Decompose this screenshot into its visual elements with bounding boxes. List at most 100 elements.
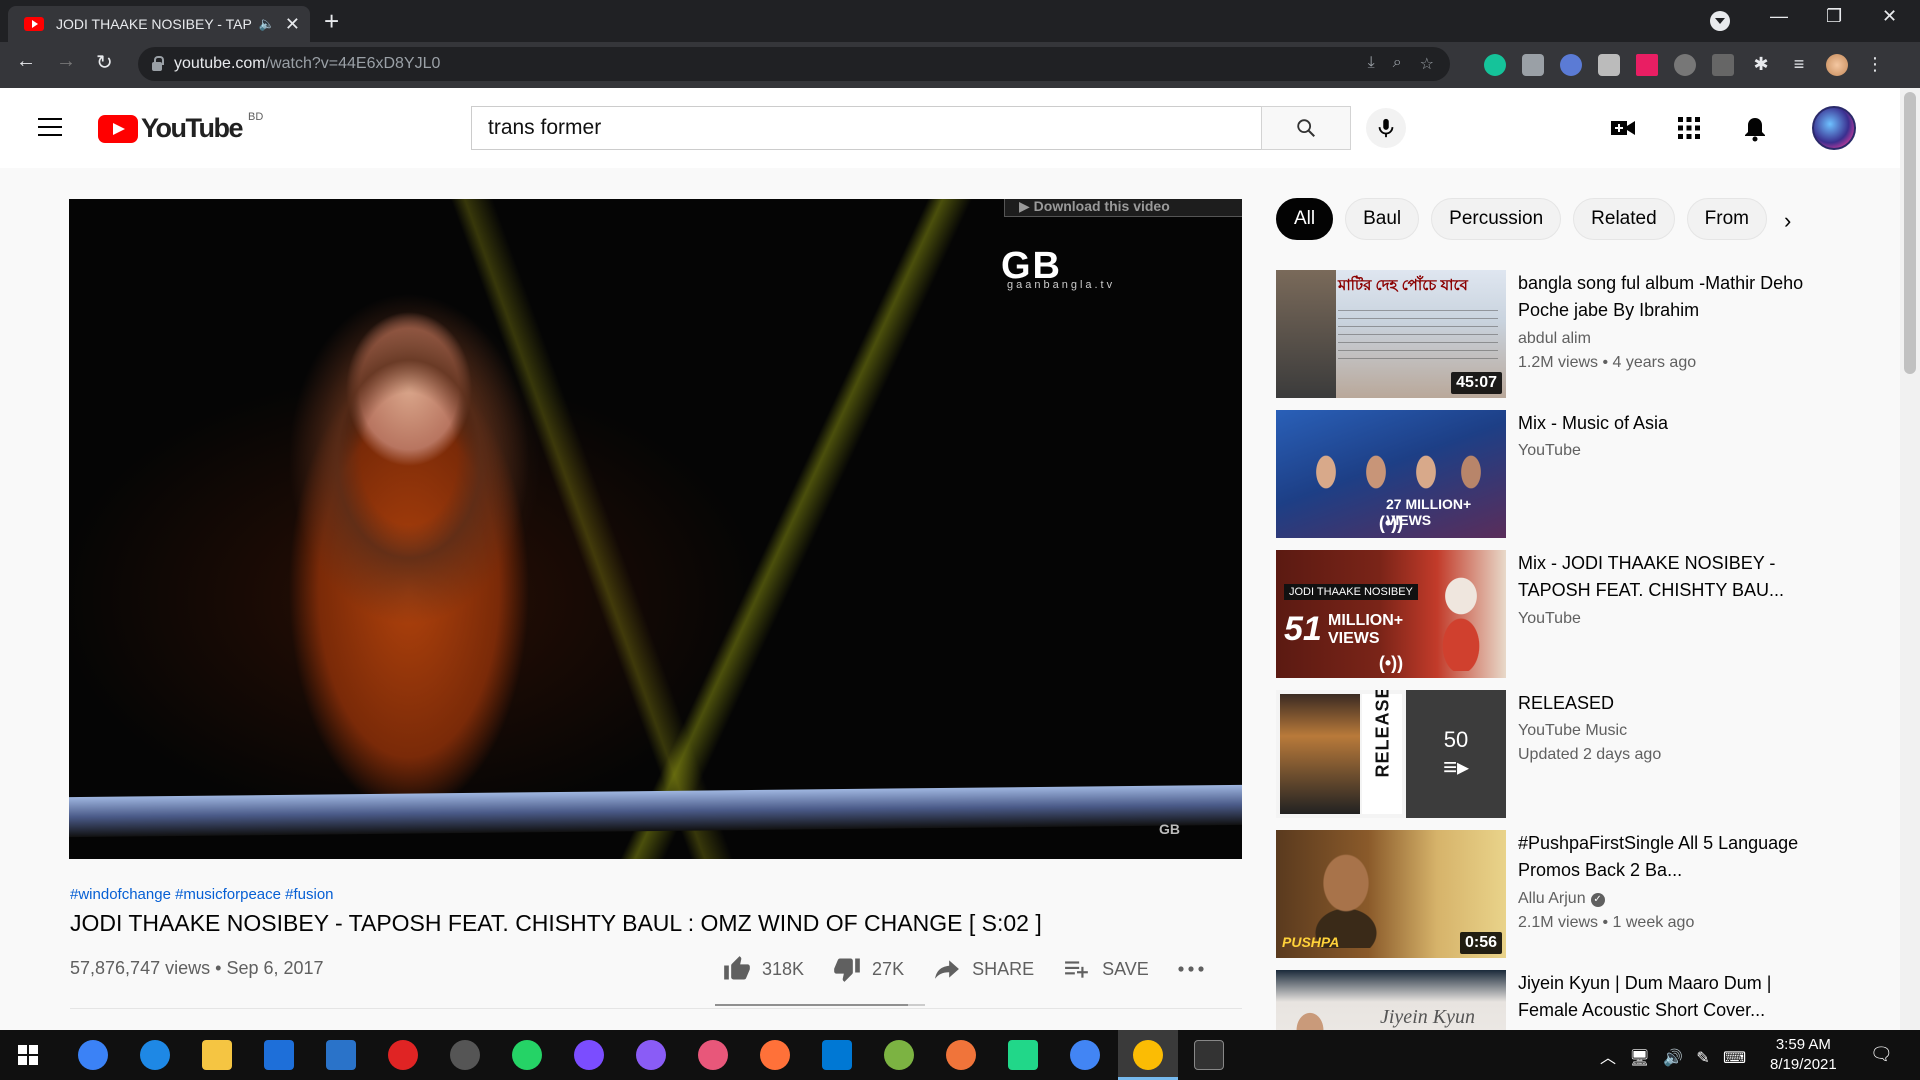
recommendation-channel[interactable]: abdul alim (1518, 330, 1591, 348)
chrome-active-icon[interactable] (1133, 1040, 1163, 1070)
paint-icon[interactable] (698, 1040, 728, 1070)
firefox-icon[interactable] (760, 1040, 790, 1070)
pen-app-icon[interactable] (946, 1040, 976, 1070)
filter-chip[interactable]: From (1686, 198, 1767, 240)
more-actions-button[interactable] (1177, 965, 1215, 973)
recommendation-title[interactable]: Mix - Music of Asia (1518, 410, 1818, 437)
windows-start-icon[interactable] (18, 1045, 38, 1065)
mix-thumbnail[interactable]: 27 MILLION+ VIEWS (•)) (1276, 410, 1506, 538)
network-icon[interactable]: 🖥 (1629, 1050, 1649, 1067)
chrome-icon[interactable] (1070, 1040, 1100, 1070)
snipping-tool-icon[interactable] (450, 1040, 480, 1070)
terminal-icon[interactable] (1194, 1040, 1224, 1070)
system-clock[interactable]: 3:59 AM 8/19/2021 (1770, 1035, 1837, 1075)
app-icon[interactable] (884, 1040, 914, 1070)
camera-extension-icon[interactable] (1522, 54, 1544, 76)
profile-avatar-icon[interactable] (1826, 54, 1848, 76)
keyboard-icon[interactable]: ⌨ (1723, 1050, 1746, 1067)
recommendation-channel[interactable]: YouTube (1518, 610, 1581, 628)
playlist-thumbnail[interactable]: RELEASED 50 ≡▸ (1276, 690, 1506, 818)
extension-icon[interactable] (1598, 54, 1620, 76)
minimize-button[interactable]: — (1770, 6, 1788, 27)
search-input[interactable]: trans former (471, 106, 1262, 150)
recommendation-item[interactable]: 27 MILLION+ VIEWS (•)) Mix - Music of As… (1276, 410, 1886, 538)
forward-arrow-icon[interactable]: → (56, 50, 76, 73)
zoom-icon[interactable]: ⌕ (1393, 54, 1402, 74)
recommendation-item[interactable]: মাটির দেহ পোঁচে যাবে 45:07 bangla song f… (1276, 270, 1886, 398)
restore-button[interactable]: ❐ (1826, 6, 1842, 27)
play-extension-icon[interactable] (1636, 54, 1658, 76)
opera-browser-icon[interactable] (388, 1040, 418, 1070)
vscode-icon[interactable] (822, 1040, 852, 1070)
github-desktop-icon[interactable] (636, 1040, 666, 1070)
new-tab-button[interactable]: + (324, 6, 339, 36)
filter-chip[interactable]: Related (1573, 198, 1675, 240)
recommendation-channel[interactable]: YouTube Music (1518, 722, 1627, 740)
filter-chip[interactable]: All (1276, 198, 1334, 240)
back-arrow-icon[interactable]: ← (16, 50, 36, 73)
dislike-button[interactable]: 27K (832, 955, 904, 983)
recommendation-item[interactable]: Jiyein Kyun Jiyein Kyun | Dum Maaro Dum … (1276, 970, 1886, 1030)
video-player[interactable]: ▶ Download this video GB gaanbangla.tv G… (69, 199, 1242, 859)
chevron-right-icon[interactable]: › (1784, 208, 1791, 234)
recommendation-item[interactable]: JODI THAAKE NOSIBEY 51 MILLION+ VIEWS (•… (1276, 550, 1886, 678)
browser-tab[interactable]: JODI THAAKE NOSIBEY - TAP 🔈 ✕ (8, 6, 310, 42)
tab-close-icon[interactable]: ✕ (285, 14, 300, 35)
video-thumbnail[interactable]: Jiyein Kyun (1276, 970, 1506, 1030)
recommendation-title[interactable]: RELEASED (1518, 690, 1818, 717)
lock-icon[interactable] (152, 55, 164, 71)
user-avatar[interactable] (1812, 106, 1856, 150)
speaker-icon[interactable]: 🔈 (259, 16, 275, 32)
mix-thumbnail[interactable]: JODI THAAKE NOSIBEY 51 MILLION+ VIEWS (•… (1276, 550, 1506, 678)
notifications-bell-icon[interactable] (1743, 116, 1767, 142)
extension-icon[interactable] (1560, 54, 1582, 76)
apps-grid-icon[interactable] (1677, 116, 1701, 140)
notifications-icon[interactable]: 🗨 (1870, 1044, 1893, 1065)
install-icon[interactable]: ⤓ (1368, 54, 1375, 74)
recommendation-item[interactable]: PUSHPA 0:56 #PushpaFirstSingle All 5 Lan… (1276, 830, 1886, 958)
store-icon[interactable] (264, 1040, 294, 1070)
video-thumbnail[interactable]: PUSHPA 0:56 (1276, 830, 1506, 958)
messenger-icon[interactable] (574, 1040, 604, 1070)
extension-icon[interactable] (1712, 54, 1734, 76)
create-video-icon[interactable] (1610, 116, 1636, 140)
grammarly-extension-icon[interactable] (1484, 54, 1506, 76)
scrollbar-thumb[interactable] (1904, 92, 1916, 374)
search-button[interactable] (1261, 106, 1351, 150)
recommendation-channel[interactable]: Allu Arjun ✓ (1518, 890, 1605, 908)
tab-search-icon[interactable] (1710, 11, 1730, 31)
close-window-button[interactable]: ✕ (1882, 6, 1897, 27)
recommendation-title[interactable]: Jiyein Kyun | Dum Maaro Dum | Female Aco… (1518, 970, 1818, 1024)
video-hashtags[interactable]: #windofchange #musicforpeace #fusion (70, 886, 334, 903)
video-thumbnail[interactable]: মাটির দেহ পোঁচে যাবে 45:07 (1276, 270, 1506, 398)
whatsapp-icon[interactable] (512, 1040, 542, 1070)
save-button[interactable]: SAVE (1062, 956, 1149, 982)
recommendation-title[interactable]: #PushpaFirstSingle All 5 Language Promos… (1518, 830, 1818, 884)
edge-browser-icon[interactable] (140, 1040, 170, 1070)
pen-icon[interactable]: ✎ (1696, 1050, 1709, 1067)
reload-icon[interactable]: ↻ (96, 50, 113, 75)
like-button[interactable]: 318K (722, 955, 804, 983)
mail-icon[interactable] (326, 1040, 356, 1070)
share-button[interactable]: SHARE (932, 956, 1034, 982)
bookmark-star-icon[interactable]: ☆ (1420, 54, 1434, 74)
reading-list-icon[interactable]: ≡ (1788, 54, 1810, 76)
pycharm-icon[interactable] (1008, 1040, 1038, 1070)
volume-icon[interactable]: 🔊 (1663, 1050, 1683, 1067)
recommendation-channel[interactable]: YouTube (1518, 442, 1581, 460)
file-explorer-icon[interactable] (202, 1040, 232, 1070)
chevron-up-icon[interactable]: ︿ (1600, 1050, 1616, 1067)
filter-chip[interactable]: Percussion (1431, 198, 1562, 240)
recommendation-title[interactable]: bangla song ful album -Mathir Deho Poche… (1518, 270, 1818, 324)
youtube-logo[interactable]: YouTube BD (98, 111, 263, 144)
chrome-menu-icon[interactable]: ⋮ (1864, 54, 1886, 76)
recommendation-item[interactable]: RELEASED 50 ≡▸ RELEASED YouTube Music Up… (1276, 690, 1886, 818)
qbittorrent-icon[interactable] (78, 1040, 108, 1070)
download-extension-icon[interactable] (1674, 54, 1696, 76)
download-video-banner[interactable]: ▶ Download this video (1004, 199, 1242, 217)
recommendation-title[interactable]: Mix - JODI THAAKE NOSIBEY - TAPOSH FEAT.… (1518, 550, 1818, 604)
puzzle-extensions-icon[interactable]: ✱ (1750, 54, 1772, 76)
hamburger-menu-icon[interactable] (38, 118, 62, 136)
filter-chip[interactable]: Baul (1345, 198, 1420, 240)
voice-search-button[interactable] (1366, 108, 1406, 148)
